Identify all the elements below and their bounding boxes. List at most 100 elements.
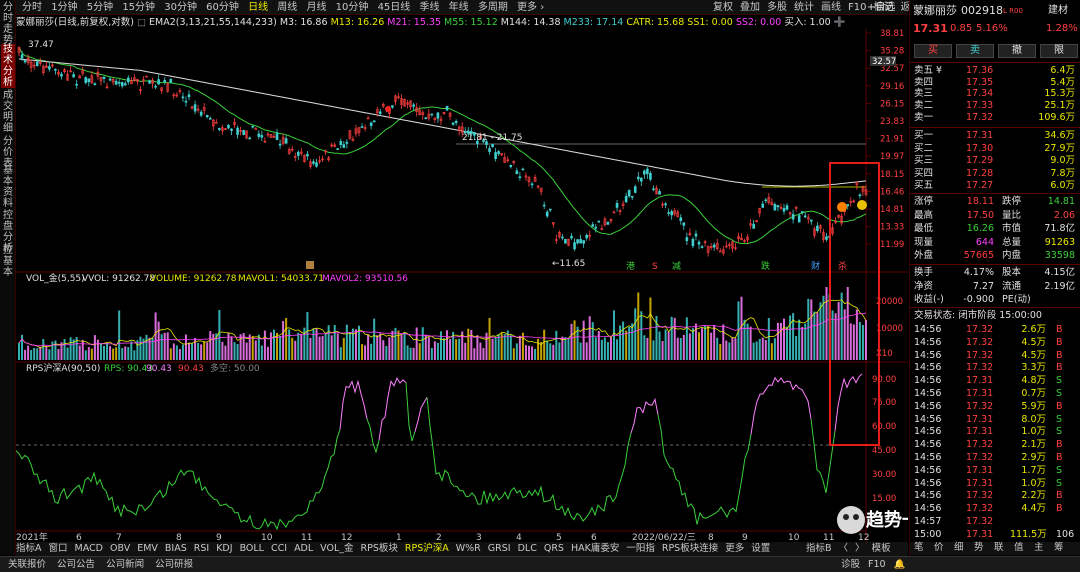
- indicator-tab[interactable]: OBV: [110, 543, 130, 554]
- tab-link[interactable]: 联: [994, 542, 1004, 554]
- period-60min[interactable]: 60分钟: [206, 2, 239, 13]
- bell-icon[interactable]: 🔔: [894, 559, 906, 570]
- indicator-tab[interactable]: HAK庸委安: [571, 543, 619, 554]
- bid-label: 买五: [914, 180, 934, 191]
- rps-line: [834, 373, 863, 431]
- indicator-tab[interactable]: BIAS: [165, 543, 187, 554]
- tick-time: 14:56: [914, 503, 942, 515]
- period-10min[interactable]: 10分钟: [336, 2, 369, 13]
- period-30min[interactable]: 30分钟: [164, 2, 197, 13]
- overlay-button[interactable]: 叠加: [740, 2, 760, 13]
- status-company-research[interactable]: 公司研报: [155, 559, 193, 570]
- period-weekly[interactable]: 周线: [277, 2, 297, 13]
- restore-rights-button[interactable]: 复权: [713, 2, 733, 13]
- cancel-button[interactable]: 撤: [998, 44, 1036, 58]
- indicator-tab[interactable]: 指标A: [16, 543, 42, 554]
- status-company-announce[interactable]: 公司公告: [57, 559, 95, 570]
- indicator-tab[interactable]: W%R: [456, 543, 481, 554]
- volume-bar: [579, 342, 582, 360]
- left-tab-timeshare[interactable]: 分时走势: [1, 2, 15, 46]
- bid-row: 买三 17.29 9.0万: [910, 155, 1080, 167]
- indicator-tab-control[interactable]: 〉: [855, 543, 865, 554]
- indicator-tab-control[interactable]: 〈: [839, 543, 849, 554]
- indicator-tab[interactable]: RPS沪深A: [405, 543, 449, 554]
- period-1min[interactable]: 1分钟: [51, 2, 77, 13]
- tab-chips[interactable]: 筹: [1054, 542, 1064, 554]
- indicator-tab[interactable]: 一阳指: [626, 543, 655, 554]
- left-tab-control[interactable]: 控盘分析: [1, 210, 15, 254]
- multi-stock-button[interactable]: 多股: [767, 2, 787, 13]
- tick-side: 106: [1056, 528, 1075, 540]
- f10-button[interactable]: F10: [848, 2, 866, 13]
- indicator-tab[interactable]: KDJ: [216, 543, 232, 554]
- period-multi[interactable]: 多周期: [478, 2, 508, 13]
- statistics-button[interactable]: 统计: [794, 2, 814, 13]
- tick-side: B: [1056, 336, 1063, 348]
- period-daily[interactable]: 日线: [248, 2, 268, 13]
- volume-bar: [300, 333, 303, 360]
- status-f10[interactable]: F10: [868, 559, 886, 570]
- indicator-tab[interactable]: BOLL: [240, 543, 264, 554]
- candle-body: [633, 186, 637, 193]
- indicator-tab[interactable]: 窗口: [49, 543, 68, 554]
- left-tab-control-basic[interactable]: 控基本: [1, 245, 15, 278]
- left-tab-technical[interactable]: 技术分析: [1, 44, 15, 88]
- period-45day[interactable]: 45日线: [378, 2, 411, 13]
- indicator-tab[interactable]: RSI: [194, 543, 209, 554]
- status-diagnose[interactable]: 诊股: [841, 559, 860, 570]
- tab-detail[interactable]: 细: [954, 542, 964, 554]
- indicator-tab[interactable]: 更多: [725, 543, 744, 554]
- limit-button[interactable]: 限: [1040, 44, 1078, 58]
- indicator-tab[interactable]: ADL: [294, 543, 313, 554]
- period-year[interactable]: 年线: [449, 2, 469, 13]
- indicator-tab-control[interactable]: 指标B: [806, 543, 832, 554]
- draw-line-button[interactable]: 画线: [821, 2, 841, 13]
- indicator-tab-control[interactable]: 模板: [872, 543, 891, 554]
- date-axis-label: 6: [591, 533, 597, 542]
- period-15min[interactable]: 15分钟: [122, 2, 155, 13]
- indicator-tab[interactable]: GRSI: [488, 543, 511, 554]
- tab-value[interactable]: 值: [1014, 542, 1024, 554]
- left-tab-basic-info[interactable]: 基本资料: [1, 165, 15, 209]
- volume-bar: [518, 335, 521, 360]
- tab-trend[interactable]: 势: [974, 542, 984, 554]
- period-5min[interactable]: 5分钟: [87, 2, 113, 13]
- tab-price[interactable]: 价: [934, 542, 944, 554]
- volume-bar: [552, 344, 555, 360]
- period-monthly[interactable]: 月线: [306, 2, 326, 13]
- self-select-button[interactable]: +自选: [867, 0, 895, 15]
- volume-bar: [33, 347, 36, 360]
- indicator-tab[interactable]: VOL_金: [320, 543, 353, 554]
- tick-time: 15:00: [914, 528, 942, 540]
- indicator-tab[interactable]: MACD: [75, 543, 103, 554]
- sector-name[interactable]: 建材: [1048, 4, 1068, 18]
- indicator-tab[interactable]: QRS: [544, 543, 564, 554]
- indicator-tab[interactable]: RPS板块: [361, 543, 398, 554]
- indicator-tab[interactable]: 设置: [751, 543, 770, 554]
- indicator-tab[interactable]: RPS板块连接: [662, 543, 718, 554]
- candle-body: [184, 100, 188, 103]
- buy-button[interactable]: 买: [914, 44, 952, 58]
- indicator-tab[interactable]: CCI: [271, 543, 287, 554]
- candle-body: [339, 141, 343, 145]
- m55-value: M55: 15.12: [444, 17, 498, 28]
- period-timeshare[interactable]: 分时: [22, 2, 42, 13]
- kline-chart[interactable]: 38.81 35.2832.57 29.16 26.15 23.83 21.91 19.97…: [16, 29, 908, 542]
- left-tab-deals[interactable]: 成交明细: [1, 90, 15, 134]
- checkbox-icon[interactable]: □: [137, 17, 146, 28]
- add-indicator-icon[interactable]: ➕: [834, 17, 846, 28]
- tick-row: 14:56 17.32 4.4万 B: [910, 503, 1080, 515]
- period-quarter[interactable]: 季线: [419, 2, 439, 13]
- status-company-news[interactable]: 公司新闻: [106, 559, 144, 570]
- tab-main[interactable]: 主: [1034, 542, 1044, 554]
- status-related-quotes[interactable]: 关联报价: [8, 559, 46, 570]
- indicator-tab[interactable]: EMV: [137, 543, 158, 554]
- date-axis-label: 6: [76, 533, 82, 542]
- trade-status: 交易状态: 闭市阶段 15:00:00: [914, 310, 1042, 321]
- sell-button[interactable]: 卖: [956, 44, 994, 58]
- period-more[interactable]: 更多 ›: [517, 2, 544, 13]
- tab-ticks[interactable]: 笔: [914, 542, 924, 554]
- tick-price: 17.31: [966, 388, 994, 399]
- indicator-tab[interactable]: DLC: [518, 543, 537, 554]
- volume-bar: [54, 340, 57, 360]
